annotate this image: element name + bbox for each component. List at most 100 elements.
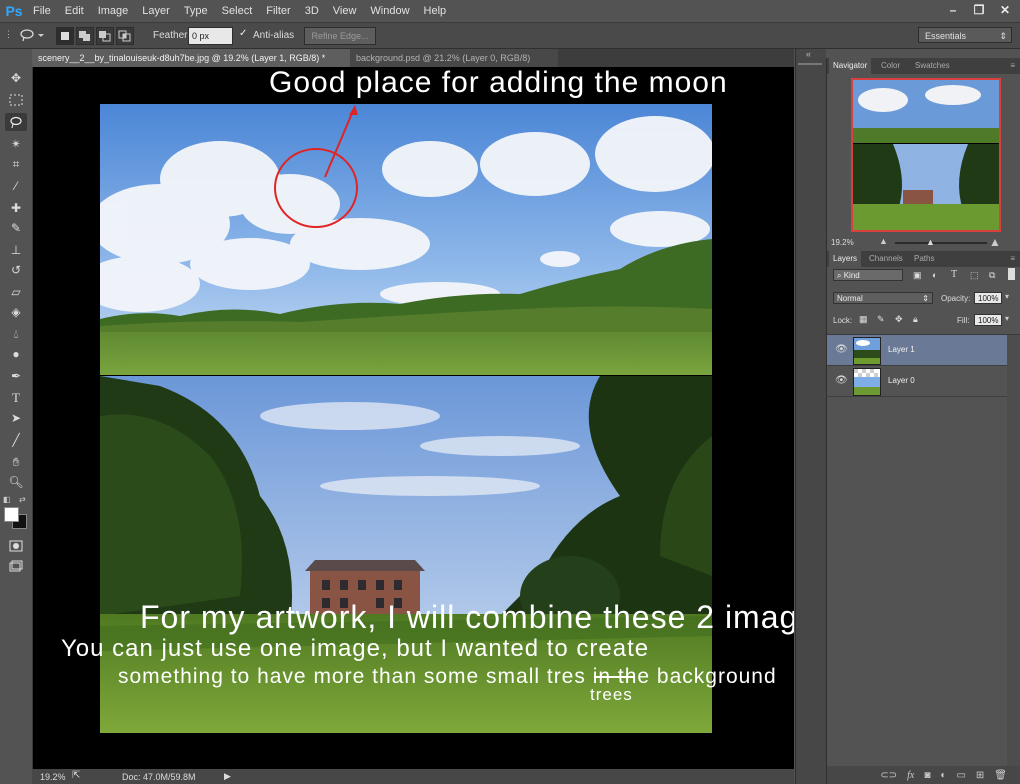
close-button[interactable]: ✕ [996, 3, 1014, 17]
intersect-selection-button[interactable] [116, 27, 134, 45]
add-mask-icon[interactable]: ◙ [924, 770, 930, 781]
zoom-slider[interactable] [895, 242, 987, 244]
paint-bucket-tool-icon[interactable]: ◈ [5, 303, 27, 321]
zoom-level[interactable]: 19.2% [40, 772, 66, 782]
menu-view[interactable]: View [326, 5, 364, 17]
opacity-input[interactable]: 100% [974, 292, 1002, 304]
menu-edit[interactable]: Edit [58, 5, 91, 17]
hand-tool-icon[interactable]: ✋︎ [5, 453, 27, 471]
menu-help[interactable]: Help [417, 5, 454, 17]
opacity-dropdown-icon[interactable]: ▾ [1005, 292, 1009, 301]
document-canvas[interactable]: Good place for adding the moon For my ar… [33, 67, 794, 769]
zoom-out-icon[interactable]: ▲ [879, 236, 888, 246]
workspace-select[interactable]: Essentials ⇕ [918, 27, 1012, 43]
fill-input[interactable]: 100% [974, 314, 1002, 326]
menu-window[interactable]: Window [363, 5, 416, 17]
menu-file[interactable]: File [26, 5, 58, 17]
move-tool-icon[interactable]: ✥ [5, 69, 27, 87]
visibility-eye-icon[interactable]: 👁︎ [835, 375, 848, 386]
dodge-tool-icon[interactable]: ● [5, 345, 27, 363]
path-selection-tool-icon[interactable]: ➤ [5, 409, 27, 427]
lasso-preset-picker[interactable] [18, 27, 46, 43]
lock-position-icon[interactable]: ✥ [895, 314, 903, 325]
feather-input[interactable]: 0 px [188, 27, 233, 45]
tab-navigator[interactable]: Navigator [829, 58, 872, 74]
menu-layer[interactable]: Layer [135, 5, 177, 17]
zoom-slider-handle[interactable]: ▲ [926, 237, 935, 247]
menu-filter[interactable]: Filter [259, 5, 297, 17]
layer-filter-select[interactable]: ⌕ Kind [833, 269, 903, 281]
lock-transparency-icon[interactable]: ▦ [859, 314, 868, 325]
tab-color[interactable]: Color [877, 58, 904, 74]
panel-menu-icon[interactable]: ≡ [1006, 58, 1019, 74]
line-tool-icon[interactable]: ╱ [5, 431, 27, 449]
magic-wand-tool-icon[interactable]: ✴ [5, 135, 27, 153]
lasso-tool-icon[interactable] [5, 113, 27, 131]
default-colors-icon[interactable]: ◧ [3, 495, 11, 504]
refine-edge-button[interactable]: Refine Edge... [304, 27, 376, 45]
tab-layers[interactable]: Layers [829, 251, 862, 267]
blur-tool-icon[interactable]: 💧︎ [5, 325, 27, 343]
layers-scrollbar[interactable] [1007, 335, 1020, 766]
eyedropper-tool-icon[interactable]: ⁄ [5, 177, 27, 195]
eraser-tool-icon[interactable]: ▱ [5, 283, 27, 301]
navigator-thumbnail[interactable] [851, 78, 1001, 232]
brush-tool-icon[interactable]: ✎ [5, 219, 27, 237]
lock-all-icon[interactable]: 🔒︎ [913, 314, 918, 325]
layer-row-layer-1[interactable]: 👁︎ Layer 1 [827, 335, 1007, 366]
new-selection-button[interactable] [56, 27, 74, 45]
pen-tool-icon[interactable]: ✒ [5, 367, 27, 385]
layers-menu-icon[interactable]: ≡ [1006, 251, 1019, 267]
filter-toggle-switch[interactable] [1008, 268, 1015, 280]
menu-3d[interactable]: 3D [298, 5, 326, 17]
subtract-from-selection-button[interactable] [96, 27, 114, 45]
fill-dropdown-icon[interactable]: ▾ [1005, 314, 1009, 323]
expand-panels-icon[interactable]: « [806, 49, 811, 59]
filter-pixel-icon[interactable]: ▣ [913, 270, 922, 281]
foreground-color-swatch[interactable] [4, 507, 19, 522]
tab-scenery-document[interactable]: scenery__2__by_tinalouiseuk-d8uh7be.jpg … [32, 49, 358, 67]
quick-mask-icon[interactable] [5, 537, 27, 555]
tab-background-document[interactable]: background.psd @ 21.2% (Layer 0, RGB/8) [350, 49, 558, 67]
chevron-updown-icon: ⇕ [922, 294, 929, 303]
new-layer-icon[interactable]: ⊞ [976, 770, 984, 781]
menu-type[interactable]: Type [177, 5, 215, 17]
swap-colors-icon[interactable]: ⇄ [19, 495, 26, 504]
navigator-zoom[interactable]: 19.2% [831, 238, 854, 247]
link-layers-icon[interactable]: ⊂⊃ [880, 770, 897, 781]
history-brush-tool-icon[interactable]: ↺ [5, 261, 27, 279]
menu-image[interactable]: Image [91, 5, 136, 17]
lock-pixels-icon[interactable]: ✎ [877, 314, 885, 325]
filter-shape-icon[interactable]: ⬚ [970, 270, 979, 281]
minimize-button[interactable]: – [944, 3, 962, 17]
visibility-eye-icon[interactable]: 👁︎ [835, 344, 848, 355]
fx-icon[interactable]: fx [907, 770, 914, 781]
add-to-selection-button[interactable] [76, 27, 94, 45]
type-tool-icon[interactable]: T [5, 389, 27, 407]
antialias-checkbox[interactable]: ✓ [239, 29, 249, 39]
new-group-icon[interactable]: ▭ [956, 770, 965, 781]
chevron-updown-icon: ⇕ [999, 31, 1007, 41]
healing-brush-tool-icon[interactable]: ✚ [5, 199, 27, 217]
layer-row-layer-0[interactable]: 👁︎ Layer 0 [827, 366, 1007, 397]
zoom-in-icon[interactable]: ▲ [989, 235, 1001, 249]
tab-channels[interactable]: Channels [865, 251, 907, 267]
adjustment-layer-icon[interactable]: ◐ [940, 770, 946, 781]
intersect-selection-icon [118, 30, 131, 42]
filter-smart-object-icon[interactable]: ⧉ [989, 270, 995, 281]
tab-paths[interactable]: Paths [910, 251, 938, 267]
menu-select[interactable]: Select [215, 5, 260, 17]
crop-tool-icon[interactable]: ⌗ [5, 155, 27, 173]
filter-adjustment-icon[interactable]: ◐ [932, 270, 937, 280]
delete-layer-icon[interactable]: 🗑︎ [994, 770, 1007, 781]
tab-swatches[interactable]: Swatches [911, 58, 954, 74]
zoom-tool-icon[interactable]: 🔍︎ [5, 473, 27, 491]
share-icon[interactable]: ⇱ [72, 770, 80, 781]
clone-stamp-tool-icon[interactable]: ⊥ [5, 241, 27, 259]
blend-mode-select[interactable]: Normal ⇕ [833, 292, 933, 304]
filter-type-icon[interactable]: T [951, 269, 957, 280]
restore-button[interactable]: ❐ [970, 3, 988, 17]
marquee-tool-icon[interactable] [5, 91, 27, 109]
screen-mode-icon[interactable] [5, 557, 27, 575]
status-menu-arrow-icon[interactable]: ▶ [224, 771, 231, 782]
